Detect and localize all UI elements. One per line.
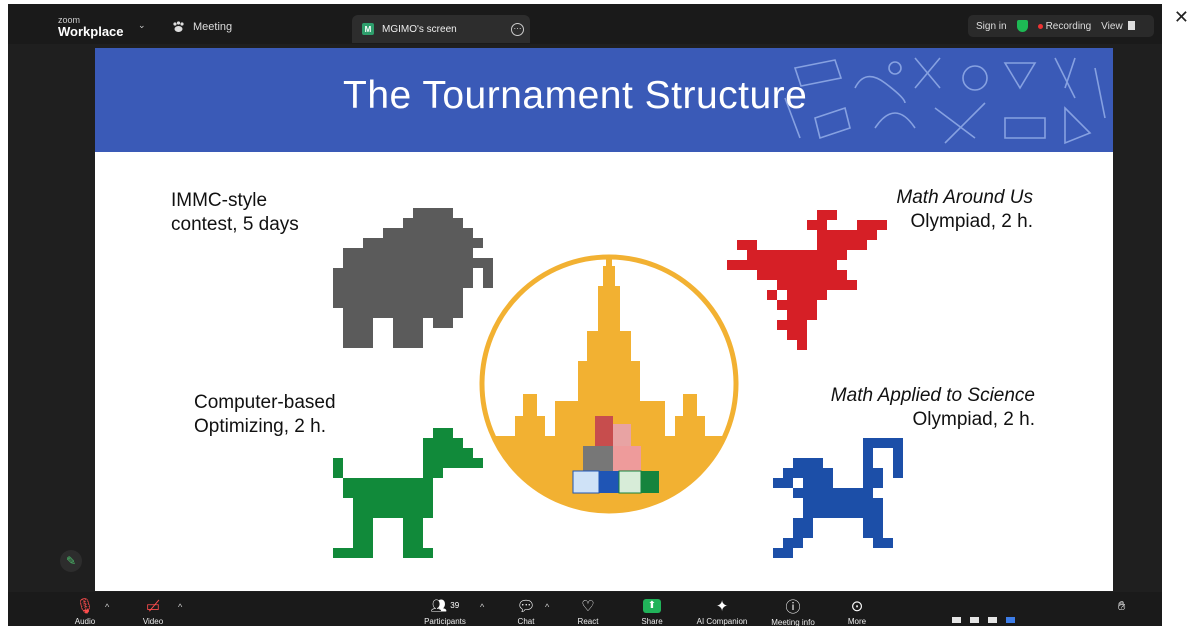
top-right-controls: Sign in Recording View: [968, 15, 1154, 37]
chat-icon: 💬︎: [516, 597, 536, 615]
tab-shared-screen[interactable]: M MGIMO's screen ···: [352, 15, 530, 43]
share-icon: ⬆: [643, 598, 661, 613]
heart-icon: ♡: [581, 597, 595, 615]
sparkle-icon: ✦: [715, 597, 729, 615]
video-button[interactable]: ▭̸ Video: [138, 592, 168, 626]
scorpion-pixel-icon: [727, 210, 887, 350]
more-icon: ⊙: [850, 597, 864, 615]
meeting-menu[interactable]: Meeting: [172, 21, 232, 33]
sharer-badge: M: [362, 23, 374, 35]
camera-off-icon: ▭̸: [145, 597, 161, 615]
thumb-4: [1006, 617, 1015, 623]
recording-label: Recording: [1045, 20, 1092, 32]
zoom-workplace-logo[interactable]: zoom Workplace: [58, 14, 124, 39]
share-icon-wrap: ⬆: [643, 596, 661, 615]
immc-line-2: contest, 5 days: [171, 214, 299, 235]
ai-companion-button[interactable]: ✦ AI Companion: [691, 592, 753, 626]
recording-indicator[interactable]: Recording: [1037, 20, 1092, 32]
participants-icon: 👥︎ 39: [430, 597, 460, 613]
layout-thumbnails[interactable]: [952, 617, 1015, 623]
chat-options-chevron-icon[interactable]: ^: [545, 602, 549, 612]
video-options-chevron-icon[interactable]: ^: [178, 602, 182, 612]
shared-screen-label: MGIMO's screen: [382, 23, 457, 35]
view-button[interactable]: View: [1101, 20, 1136, 32]
participants-count: 39: [450, 601, 460, 610]
computer-based-line-1: Computer-based: [194, 392, 336, 413]
text-computer-based: Computer-based Optimizing, 2 h.: [194, 391, 336, 439]
msu-emblem: [479, 254, 739, 514]
more-label: More: [847, 617, 867, 626]
record-dot-icon: [1037, 23, 1043, 29]
dog-pixel-icon: [333, 428, 483, 558]
meeting-toolbar: 🎙︎ Audio ^ ▭̸ Video ^ 👥︎ 39 Participants…: [8, 592, 1162, 626]
view-label: View: [1101, 20, 1123, 32]
chat-label: Chat: [517, 617, 535, 626]
monkey-pixel-icon: [773, 438, 903, 558]
top-bar: zoom Workplace ⌄ Meeting M MGIMO's scree…: [8, 4, 1162, 44]
meeting-label: Meeting: [193, 21, 233, 33]
math-around-us-line-1: Math Around Us: [896, 187, 1033, 208]
text-math-applied: Math Applied to Science Olympiad, 2 h.: [795, 384, 1035, 432]
thumb-1: [952, 617, 961, 623]
more-button[interactable]: ⊙ More: [842, 592, 872, 626]
paw-icon: [173, 21, 184, 32]
pencil-icon[interactable]: ✎: [60, 550, 82, 572]
thumb-3: [988, 617, 997, 623]
react-button[interactable]: ♡ React: [571, 592, 605, 626]
chat-button[interactable]: 💬︎ Chat: [511, 592, 541, 626]
close-icon[interactable]: ✕: [1174, 8, 1189, 26]
ai-companion-label: AI Companion: [696, 617, 748, 626]
meeting-info-label: Meeting info: [771, 618, 815, 626]
audio-button[interactable]: 🎙︎ Audio: [70, 592, 100, 626]
slide-title: The Tournament Structure: [343, 74, 808, 117]
info-icon: ⓘ: [785, 598, 801, 616]
slide-banner: The Tournament Structure: [95, 48, 1113, 152]
thumb-2: [970, 617, 979, 623]
brand-main: Workplace: [58, 24, 124, 39]
sign-in-button[interactable]: Sign in: [976, 21, 1007, 32]
more-options-icon[interactable]: ···: [511, 22, 524, 36]
zoom-window: zoom Workplace ⌄ Meeting M MGIMO's scree…: [8, 4, 1162, 626]
raise-hand-icon[interactable]: ✋︎: [1118, 598, 1125, 614]
meeting-info-button[interactable]: ⓘ Meeting info: [763, 592, 823, 626]
math-applied-line-2: Olympiad, 2 h.: [912, 409, 1036, 430]
share-button[interactable]: ⬆ Share: [636, 592, 668, 626]
participants-label: Participants: [424, 617, 466, 626]
audio-label: Audio: [74, 617, 96, 626]
shield-icon[interactable]: [1016, 20, 1028, 32]
computer-based-line-2: Optimizing, 2 h.: [194, 416, 326, 437]
video-label: Video: [142, 617, 164, 626]
view-icon: [1128, 20, 1136, 30]
shared-slide: The Tournament Structure IMMC-style cont…: [95, 48, 1113, 591]
chevron-down-icon[interactable]: ⌄: [138, 20, 146, 31]
text-immc: IMMC-style contest, 5 days: [171, 189, 299, 237]
participants-button[interactable]: 👥︎ 39 Participants: [420, 592, 470, 626]
microphone-muted-icon: 🎙︎: [75, 597, 95, 615]
audio-options-chevron-icon[interactable]: ^: [105, 602, 109, 612]
share-label: Share: [641, 617, 663, 626]
react-label: React: [577, 617, 599, 626]
math-applied-line-1: Math Applied to Science: [830, 385, 1035, 406]
window-margin: ✕: [1162, 0, 1201, 626]
doodle-illustration: [784, 57, 1106, 145]
immc-line-1: IMMC-style: [171, 190, 268, 211]
participants-options-chevron-icon[interactable]: ^: [480, 602, 484, 612]
